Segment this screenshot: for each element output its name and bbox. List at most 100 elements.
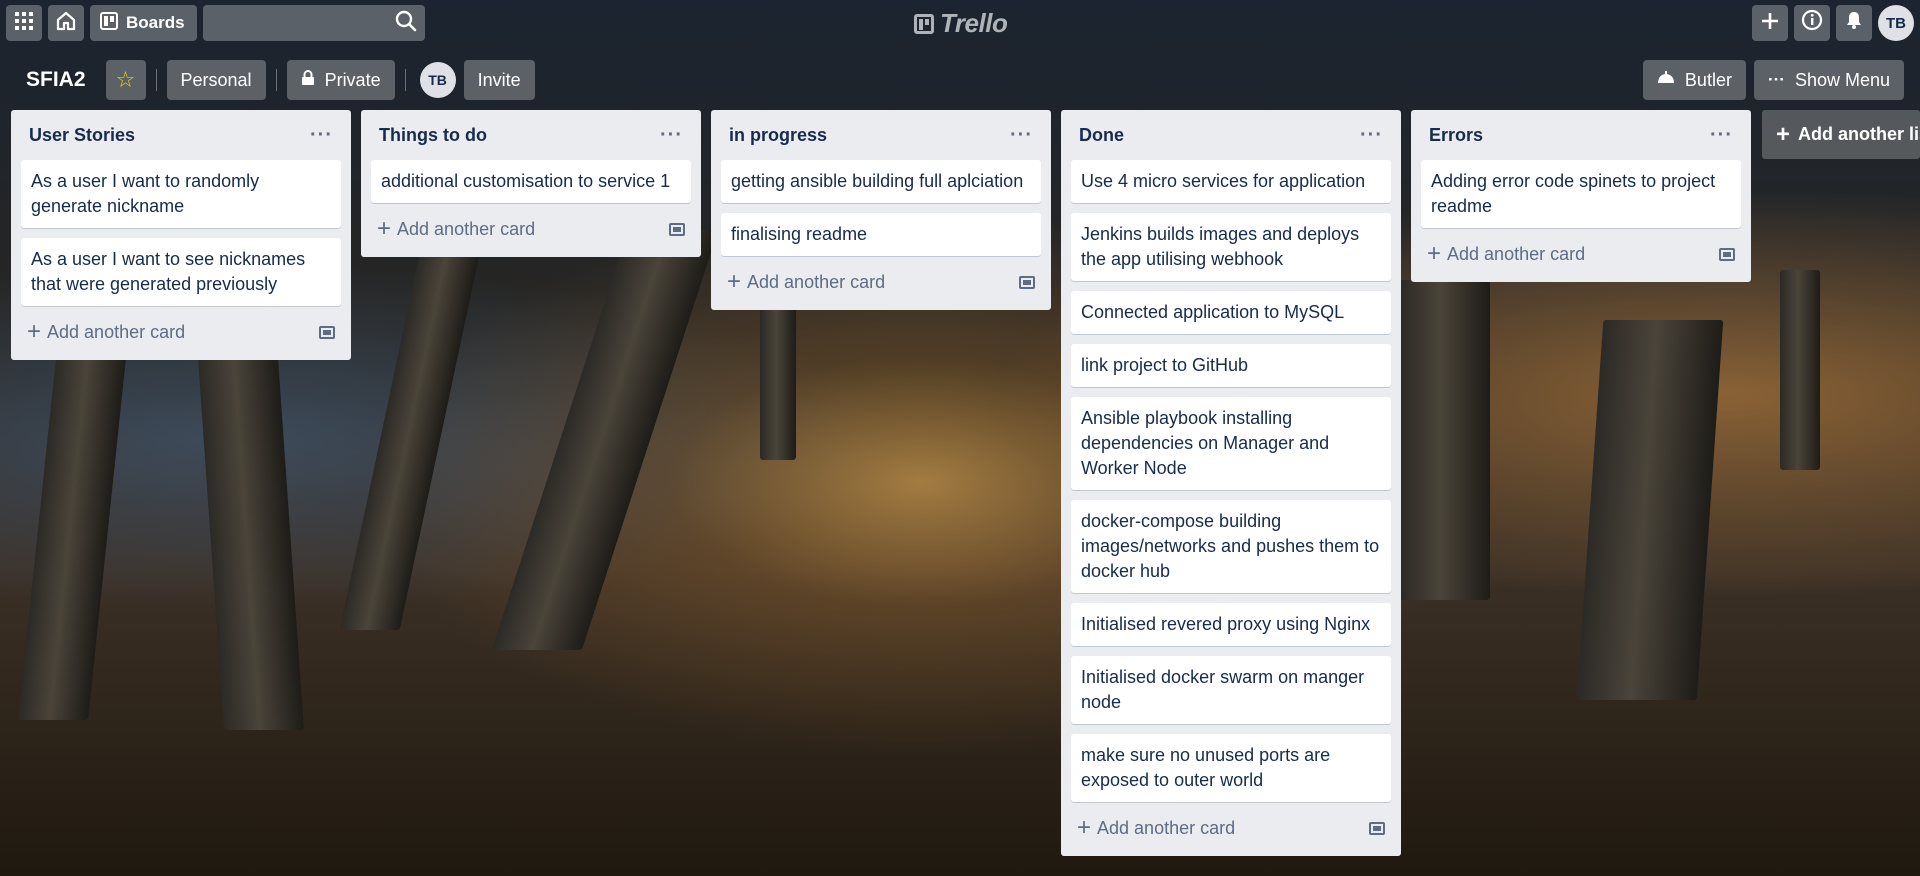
list-title[interactable]: Done	[1079, 125, 1124, 146]
list-menu-icon[interactable]: ···	[1710, 124, 1733, 147]
card[interactable]: Initialised revered proxy using Nginx	[1071, 603, 1391, 646]
bell-icon	[1844, 10, 1864, 36]
card[interactable]: getting ansible building full aplciation	[721, 160, 1041, 203]
board-header-right: Butler ··· Show Menu	[1635, 59, 1904, 101]
list-header: User Stories ···	[21, 110, 341, 160]
header-right-tools: TB	[1746, 5, 1914, 41]
card-template-icon[interactable]	[1719, 247, 1735, 261]
search-icon	[395, 10, 417, 37]
plus-icon: +	[727, 268, 742, 295]
list-header: in progress ···	[721, 110, 1041, 160]
butler-button[interactable]: Butler	[1642, 60, 1746, 100]
add-card-button[interactable]: + Add another card	[1427, 240, 1585, 268]
card-template-icon[interactable]	[1369, 821, 1385, 835]
home-button[interactable]	[48, 5, 84, 41]
list-title[interactable]: User Stories	[29, 125, 135, 146]
card[interactable]: Jenkins builds images and deploys the ap…	[1071, 213, 1391, 281]
trello-logo-icon	[914, 13, 934, 34]
show-menu-label: Show Menu	[1794, 69, 1890, 90]
add-card-label: Add another card	[1447, 243, 1586, 264]
info-button[interactable]	[1794, 5, 1830, 41]
apps-icon	[15, 11, 33, 35]
member-avatar[interactable]: TB	[419, 62, 456, 98]
card[interactable]: Ansible playbook installing dependencies…	[1071, 397, 1391, 490]
logo-text: Trello	[940, 8, 1008, 38]
plus-icon: +	[377, 215, 392, 242]
list-menu-icon[interactable]: ···	[1010, 124, 1033, 147]
plus-icon	[1761, 10, 1779, 36]
card[interactable]: finalising readme	[721, 213, 1041, 256]
card[interactable]: Use 4 micro services for application	[1071, 160, 1391, 203]
home-icon	[56, 11, 76, 36]
card[interactable]: Adding error code spinets to project rea…	[1421, 160, 1741, 228]
card-template-icon[interactable]	[1019, 275, 1035, 289]
card[interactable]: make sure no unused ports are exposed to…	[1071, 734, 1391, 802]
list-menu-icon[interactable]: ···	[310, 124, 333, 147]
card-template-icon[interactable]	[669, 222, 685, 236]
card[interactable]: As a user I want to randomly generate ni…	[21, 160, 341, 228]
create-button[interactable]	[1752, 5, 1788, 41]
search-input[interactable]	[202, 5, 425, 41]
notifications-button[interactable]	[1836, 5, 1872, 41]
card[interactable]: Connected application to MySQL	[1071, 291, 1391, 334]
plus-icon: +	[27, 318, 42, 345]
add-card-button[interactable]: + Add another card	[1077, 814, 1235, 842]
list-title[interactable]: in progress	[729, 125, 827, 146]
list-title[interactable]: Things to do	[379, 125, 487, 146]
star-icon: ☆	[115, 67, 136, 92]
list-in-progress: in progress ··· getting ansible building…	[711, 110, 1051, 310]
card-template-icon[interactable]	[319, 325, 335, 339]
list-user-stories: User Stories ··· As a user I want to ran…	[11, 110, 351, 360]
card[interactable]: docker-compose building images/networks …	[1071, 500, 1391, 593]
card[interactable]: Initialised docker swarm on manger node	[1071, 656, 1391, 724]
info-icon	[1801, 9, 1823, 37]
workspace-button[interactable]: Personal	[166, 60, 266, 100]
apps-button[interactable]	[6, 5, 42, 41]
visibility-button[interactable]: Private	[286, 60, 395, 100]
board-header: SFIA2 ☆ Personal Private TB Invite Butle…	[0, 59, 1920, 101]
board-title[interactable]: SFIA2	[16, 59, 96, 101]
divider	[275, 69, 277, 91]
plus-icon: +	[1776, 120, 1791, 148]
add-card-row: + Add another card	[371, 209, 691, 249]
divider	[155, 69, 157, 91]
boards-icon	[100, 11, 118, 35]
plus-icon: +	[1427, 240, 1442, 267]
list-errors: Errors ··· Adding error code spinets to …	[1411, 110, 1751, 282]
add-card-row: + Add another card	[1421, 234, 1741, 274]
top-header: Boards Trello TB	[0, 0, 1920, 46]
plus-icon: +	[1077, 814, 1092, 841]
boards-button[interactable]: Boards	[90, 5, 197, 41]
add-list-label: Add another list	[1798, 124, 1920, 144]
add-card-button[interactable]: + Add another card	[727, 268, 885, 296]
show-menu-button[interactable]: ··· Show Menu	[1753, 60, 1904, 100]
add-card-label: Add another card	[747, 271, 886, 292]
list-menu-icon[interactable]: ···	[1360, 124, 1383, 147]
list-header: Errors ···	[1421, 110, 1741, 160]
list-title[interactable]: Errors	[1429, 125, 1483, 146]
add-card-button[interactable]: + Add another card	[27, 318, 185, 346]
trello-logo[interactable]: Trello	[914, 8, 1008, 39]
add-card-row: + Add another card	[1071, 808, 1391, 848]
user-avatar[interactable]: TB	[1878, 5, 1914, 41]
list-done: Done ··· Use 4 micro services for applic…	[1061, 110, 1401, 856]
boards-label: Boards	[126, 13, 185, 32]
lock-icon	[301, 69, 315, 91]
list-things-to-do: Things to do ··· additional customisatio…	[361, 110, 701, 257]
add-card-row: + Add another card	[721, 262, 1041, 302]
divider	[404, 69, 406, 91]
workspace-label: Personal	[180, 69, 252, 90]
add-list-button[interactable]: + Add another list	[1762, 110, 1920, 159]
add-card-button[interactable]: + Add another card	[377, 215, 535, 243]
add-card-label: Add another card	[47, 321, 186, 342]
butler-label: Butler	[1684, 69, 1732, 90]
more-icon: ···	[1767, 70, 1785, 89]
invite-button[interactable]: Invite	[463, 60, 535, 100]
invite-label: Invite	[477, 69, 521, 90]
card[interactable]: additional customisation to service 1	[371, 160, 691, 203]
card[interactable]: link project to GitHub	[1071, 344, 1391, 387]
card[interactable]: As a user I want to see nicknames that w…	[21, 238, 341, 306]
list-menu-icon[interactable]: ···	[660, 124, 683, 147]
add-card-label: Add another card	[397, 218, 536, 239]
star-board-button[interactable]: ☆	[105, 60, 146, 100]
